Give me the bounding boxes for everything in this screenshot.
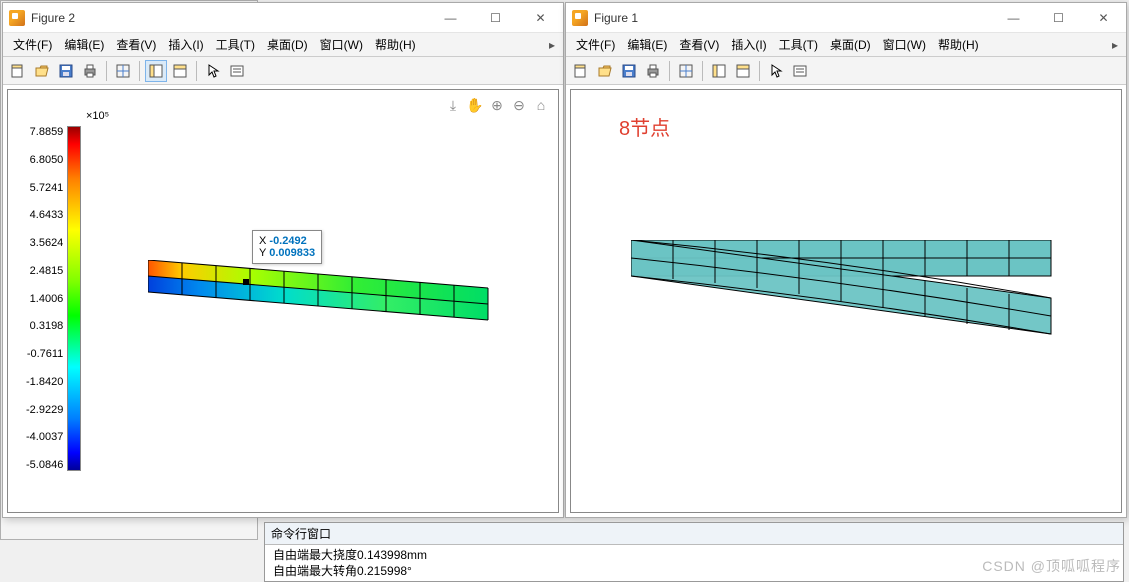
- menu-file[interactable]: 文件(F): [7, 34, 58, 55]
- watermark: CSDN @顶呱呱程序: [982, 556, 1121, 576]
- menu-edit[interactable]: 编辑(E): [621, 34, 673, 55]
- new-figure-button[interactable]: [7, 60, 29, 82]
- figure-1-menubar: 文件(F) 编辑(E) 查看(V) 插入(I) 工具(T) 桌面(D) 窗口(W…: [566, 33, 1126, 57]
- menubar-overflow-icon[interactable]: ▸: [1108, 38, 1122, 52]
- menu-help[interactable]: 帮助(H): [369, 34, 422, 55]
- minimize-button[interactable]: —: [991, 3, 1036, 33]
- datatip-marker: [243, 279, 249, 285]
- figure-1-axes[interactable]: 8节点: [570, 89, 1122, 513]
- print-button[interactable]: [642, 60, 664, 82]
- dock-button-1[interactable]: [145, 60, 167, 82]
- menu-desktop[interactable]: 桌面(D): [261, 34, 314, 55]
- dock-button-2[interactable]: [169, 60, 191, 82]
- toolbar-sep: [196, 61, 197, 81]
- close-button[interactable]: ✕: [1081, 3, 1126, 33]
- toolbar-sep: [139, 61, 140, 81]
- link-plot-button[interactable]: [675, 60, 697, 82]
- colorbar: ×10⁵ 7.8859 6.8050 5.7241 4.6433 3.5624 …: [26, 110, 109, 471]
- command-window-title[interactable]: 命令行窗口: [265, 523, 1123, 545]
- figure-1-titlebar[interactable]: Figure 1 — ☐ ✕: [566, 3, 1126, 33]
- menu-window[interactable]: 窗口(W): [314, 34, 369, 55]
- menu-insert[interactable]: 插入(I): [725, 34, 772, 55]
- pointer-button[interactable]: [765, 60, 787, 82]
- new-figure-button[interactable]: [570, 60, 592, 82]
- toolbar-sep: [106, 61, 107, 81]
- figure-2-titlebar[interactable]: Figure 2 — ☐ ✕: [3, 3, 563, 33]
- dock-button-1[interactable]: [708, 60, 730, 82]
- menu-desktop[interactable]: 桌面(D): [824, 34, 877, 55]
- pointer-button[interactable]: [202, 60, 224, 82]
- figure-2-title: Figure 2: [31, 11, 75, 25]
- menu-view[interactable]: 查看(V): [673, 34, 725, 55]
- figure-2-menubar: 文件(F) 编辑(E) 查看(V) 插入(I) 工具(T) 桌面(D) 窗口(W…: [3, 33, 563, 57]
- toolbar-sep: [702, 61, 703, 81]
- colorbar-ticklabels: 7.8859 6.8050 5.7241 4.6433 3.5624 2.481…: [26, 126, 63, 471]
- mesh-plot: [631, 240, 1071, 360]
- toolbar-sep: [759, 61, 760, 81]
- insert-legend-button[interactable]: [789, 60, 811, 82]
- open-button[interactable]: [594, 60, 616, 82]
- menubar-overflow-icon[interactable]: ▸: [545, 38, 559, 52]
- home-icon[interactable]: ⌂: [532, 96, 550, 114]
- maximize-button[interactable]: ☐: [1036, 3, 1081, 33]
- axes-toolbar: ⤓ ✋ ⊕ ⊖ ⌂: [444, 96, 550, 114]
- zoom-in-icon[interactable]: ⊕: [488, 96, 506, 114]
- menu-window[interactable]: 窗口(W): [877, 34, 932, 55]
- dock-button-2[interactable]: [732, 60, 754, 82]
- open-button[interactable]: [31, 60, 53, 82]
- figure-2-axes[interactable]: ⤓ ✋ ⊕ ⊖ ⌂ ×10⁵ 7.8859 6.8050 5.7241 4.64…: [7, 89, 559, 513]
- minimize-button[interactable]: —: [428, 3, 473, 33]
- colorbar-gradient: [67, 126, 81, 471]
- menu-view[interactable]: 查看(V): [110, 34, 162, 55]
- save-button[interactable]: [618, 60, 640, 82]
- maximize-button[interactable]: ☐: [473, 3, 518, 33]
- insert-legend-button[interactable]: [226, 60, 248, 82]
- toolbar-sep: [669, 61, 670, 81]
- menu-tools[interactable]: 工具(T): [210, 34, 261, 55]
- matlab-figure-icon: [572, 10, 588, 26]
- stress-mesh-plot: [148, 260, 498, 330]
- menu-file[interactable]: 文件(F): [570, 34, 621, 55]
- menu-insert[interactable]: 插入(I): [162, 34, 209, 55]
- export-icon[interactable]: ⤓: [444, 96, 462, 114]
- colorbar-exponent: ×10⁵: [86, 110, 109, 122]
- menu-help[interactable]: 帮助(H): [932, 34, 985, 55]
- menu-tools[interactable]: 工具(T): [773, 34, 824, 55]
- figure-1-toolbar: [566, 57, 1126, 85]
- zoom-out-icon[interactable]: ⊖: [510, 96, 528, 114]
- pan-icon[interactable]: ✋: [466, 96, 484, 114]
- close-button[interactable]: ✕: [518, 3, 563, 33]
- save-button[interactable]: [55, 60, 77, 82]
- figure-2-window: Figure 2 — ☐ ✕ 文件(F) 编辑(E) 查看(V) 插入(I) 工…: [2, 2, 564, 518]
- link-plot-button[interactable]: [112, 60, 134, 82]
- figure-2-toolbar: [3, 57, 563, 85]
- figure-1-title: Figure 1: [594, 11, 638, 25]
- print-button[interactable]: [79, 60, 101, 82]
- menu-edit[interactable]: 编辑(E): [58, 34, 110, 55]
- datatip[interactable]: X -0.2492 Y 0.009833: [252, 230, 322, 264]
- matlab-figure-icon: [9, 10, 25, 26]
- figure-1-window: Figure 1 — ☐ ✕ 文件(F) 编辑(E) 查看(V) 插入(I) 工…: [565, 2, 1127, 518]
- annotation-8node: 8节点: [619, 112, 670, 141]
